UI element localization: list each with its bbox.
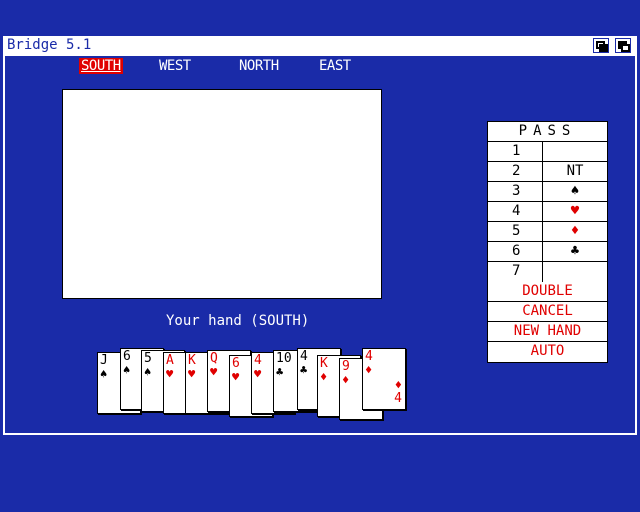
card-rank-bottom: 4 (394, 391, 402, 406)
bid-level-6-row[interactable]: 6 ♣ (488, 242, 607, 262)
bid-level-5-row[interactable]: 5 ♦ (488, 222, 607, 242)
pass-button[interactable]: PASS (488, 122, 607, 142)
card-suit-icon: ♦ (365, 363, 373, 377)
bid-strain-button[interactable]: ♠ (543, 182, 607, 201)
seat-north-tab[interactable]: NORTH (237, 58, 281, 74)
bid-level-number: 4 (512, 203, 521, 219)
bid-divider (542, 262, 543, 282)
bid-level-number: 6 (512, 243, 521, 259)
card-suit-icon: ♥ (254, 367, 262, 381)
window-title: Bridge 5.1 (7, 37, 92, 53)
card-rank: A (166, 353, 174, 368)
seat-west-tab[interactable]: WEST (157, 58, 193, 74)
card-suit-icon: ♦ (342, 373, 350, 387)
card-rank: 4 (300, 349, 308, 364)
bid-level-number: 1 (512, 143, 521, 159)
card-suit-icon: ♠ (144, 365, 152, 379)
title-bar[interactable]: Bridge 5.1 (3, 36, 637, 57)
card-rank: K (320, 356, 328, 371)
double-button[interactable]: DOUBLE (488, 282, 607, 302)
bidding-box: PASS 1 2 NT 3 ♠ 4 ♥ 5 ♦ 6 ♣ 7 DOUBLE CANCEL NEW HAN… (487, 121, 608, 363)
card-suit-icon: ♠ (123, 363, 131, 377)
bid-level-3-row[interactable]: 3 ♠ (488, 182, 607, 202)
bid-level-2-row[interactable]: 2 NT (488, 162, 607, 182)
bid-level-7-row[interactable]: 7 (488, 262, 607, 282)
depth-front-icon[interactable] (615, 38, 631, 53)
depth-back-icon[interactable] (593, 38, 609, 53)
seat-south-tab[interactable]: SOUTH (79, 58, 123, 74)
bid-level-1-row[interactable]: 1 (488, 142, 607, 162)
bid-level-number: 2 (512, 163, 521, 179)
bid-divider (542, 142, 543, 161)
bid-strain-button[interactable]: NT (543, 162, 607, 181)
bid-level-4-row[interactable]: 4 ♥ (488, 202, 607, 222)
cancel-button[interactable]: CANCEL (488, 302, 607, 322)
bid-strain-button[interactable]: ♥ (543, 202, 607, 221)
pass-label: PASS (518, 123, 577, 139)
card-rank: 5 (144, 351, 152, 366)
bid-level-number: 7 (512, 263, 521, 279)
bid-level-number: 3 (512, 183, 521, 199)
card-suit-icon: ♦ (320, 370, 328, 384)
card-rank: J (100, 353, 108, 368)
card-suit-icon: ♥ (166, 367, 174, 381)
card-suit-icon: ♥ (210, 365, 218, 379)
bid-strain-button[interactable]: ♣ (543, 242, 607, 261)
card-rank: K (188, 353, 196, 368)
card-suit-icon: ♣ (276, 365, 284, 379)
card-rank: 6 (123, 349, 131, 364)
card-suit-icon: ♥ (232, 370, 240, 384)
bid-strain-button[interactable]: ♦ (543, 222, 607, 241)
seat-east-tab[interactable]: EAST (317, 58, 353, 74)
card-suit-bottom-icon: ♦ (394, 378, 402, 392)
card-rank: Q (210, 351, 218, 366)
card-table (62, 89, 382, 299)
card-suit-icon: ♥ (188, 367, 196, 381)
auto-button[interactable]: AUTO (488, 342, 607, 362)
bid-level-number: 5 (512, 223, 521, 239)
card-rank: 9 (342, 359, 350, 374)
card-suit-icon: ♠ (100, 367, 108, 381)
hand-label: Your hand (SOUTH) (166, 313, 310, 329)
new-hand-button[interactable]: NEW HAND (488, 322, 607, 342)
card-rank: 10 (276, 351, 292, 366)
card-rank: 4 (365, 349, 373, 364)
card-suit-icon: ♣ (300, 363, 308, 377)
playing-card[interactable]: 4 ♦ 4 ♦ (362, 348, 406, 410)
card-rank: 4 (254, 353, 262, 368)
card-rank: 6 (232, 356, 240, 371)
